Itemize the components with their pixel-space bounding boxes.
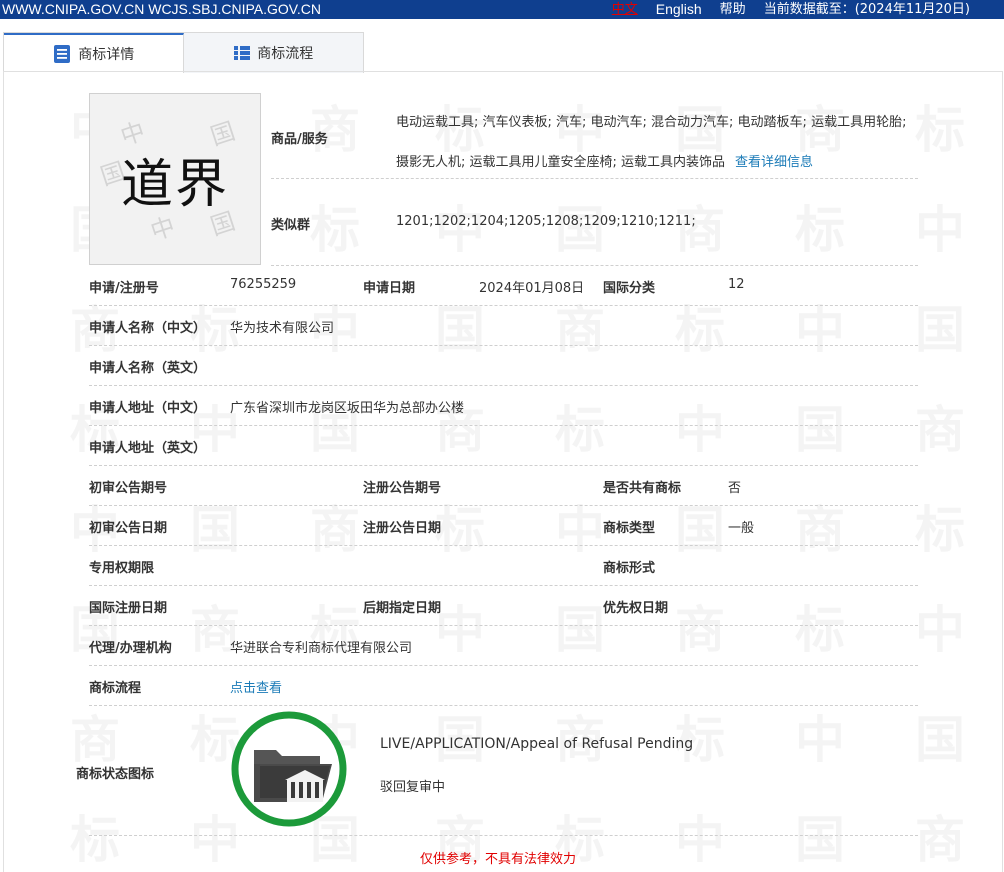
- flow-link[interactable]: 点击查看: [230, 677, 282, 696]
- applicant-cn-label: 申请人名称（中文）: [89, 321, 207, 336]
- reg-notice-no-label: 注册公告期号: [363, 481, 442, 496]
- app-date-value: 2024年01月08日: [479, 281, 585, 296]
- priority-date-label: 优先权日期: [603, 601, 669, 616]
- address-en-label: 申请人地址（英文）: [89, 441, 207, 456]
- reg-no-value: 76255259: [230, 277, 297, 292]
- status-chinese: 驳回复审中: [380, 780, 446, 795]
- divider: [89, 665, 918, 666]
- divider: [89, 545, 918, 546]
- app-date-label: 申请日期: [363, 281, 416, 296]
- divider: [89, 625, 918, 626]
- divider: [89, 385, 918, 386]
- status-english: LIVE/APPLICATION/Appeal of Refusal Pendi…: [380, 736, 694, 752]
- divider: [89, 585, 918, 586]
- reg-no-label: 申请/注册号: [89, 281, 159, 296]
- divider: [89, 425, 918, 426]
- agent-label: 代理/办理机构: [89, 641, 172, 656]
- mark-type-label: 商标类型: [603, 521, 656, 536]
- divider: [89, 505, 918, 506]
- reg-notice-date-label: 注册公告日期: [363, 521, 442, 536]
- mark-type-value: 一般: [728, 521, 755, 536]
- applicant-en-label: 申请人名称（英文）: [89, 361, 207, 376]
- status-folder-icon: [230, 710, 348, 828]
- divider: [271, 178, 918, 179]
- shared-label: 是否共有商标: [603, 481, 682, 496]
- divider: [89, 465, 918, 466]
- goods-label: 商品/服务: [271, 132, 328, 147]
- exclusive-period-label: 专用权期限: [89, 561, 155, 576]
- applicant-cn-value: 华为技术有限公司: [230, 321, 335, 336]
- intl-class-value: 12: [728, 277, 745, 292]
- trademark-details: 中 国 国 中 国 道界 商品/服务 电动运载工具; 汽车仪表板; 汽车; 电动…: [0, 0, 1004, 869]
- prelim-date-label: 初审公告日期: [89, 521, 168, 536]
- similar-group-value: 1201;1202;1204;1205;1208;1209;1210;1211;: [396, 214, 696, 229]
- intl-reg-date-label: 国际注册日期: [89, 601, 168, 616]
- divider: [89, 835, 918, 836]
- goods-text: 电动运载工具; 汽车仪表板; 汽车; 电动汽车; 混合动力汽车; 电动踏板车; …: [396, 115, 907, 170]
- divider: [89, 705, 918, 706]
- prelim-no-label: 初审公告期号: [89, 481, 168, 496]
- mark-form-label: 商标形式: [603, 561, 656, 576]
- disclaimer-note: 仅供参考，不具有法律效力: [420, 852, 577, 867]
- trademark-mark-text: 道界: [120, 155, 229, 215]
- goods-detail-link[interactable]: 查看详细信息: [735, 155, 813, 170]
- shared-value: 否: [728, 481, 742, 496]
- divider: [271, 265, 918, 266]
- similar-group-label: 类似群: [271, 218, 311, 233]
- goods-services: 电动运载工具; 汽车仪表板; 汽车; 电动汽车; 混合动力汽车; 电动踏板车; …: [396, 103, 921, 183]
- later-designation-label: 后期指定日期: [363, 601, 442, 616]
- divider: [89, 305, 918, 306]
- trademark-image: 中 国 国 中 国 道界: [89, 93, 261, 265]
- address-cn-label: 申请人地址（中文）: [89, 401, 207, 416]
- agent-value: 华进联合专利商标代理有限公司: [230, 641, 413, 656]
- flow-label: 商标流程: [89, 681, 142, 696]
- status-icon-label: 商标状态图标: [76, 767, 155, 782]
- address-cn-value: 广东省深圳市龙岗区坂田华为总部办公楼: [230, 401, 465, 416]
- intl-class-label: 国际分类: [603, 281, 656, 296]
- divider: [89, 345, 918, 346]
